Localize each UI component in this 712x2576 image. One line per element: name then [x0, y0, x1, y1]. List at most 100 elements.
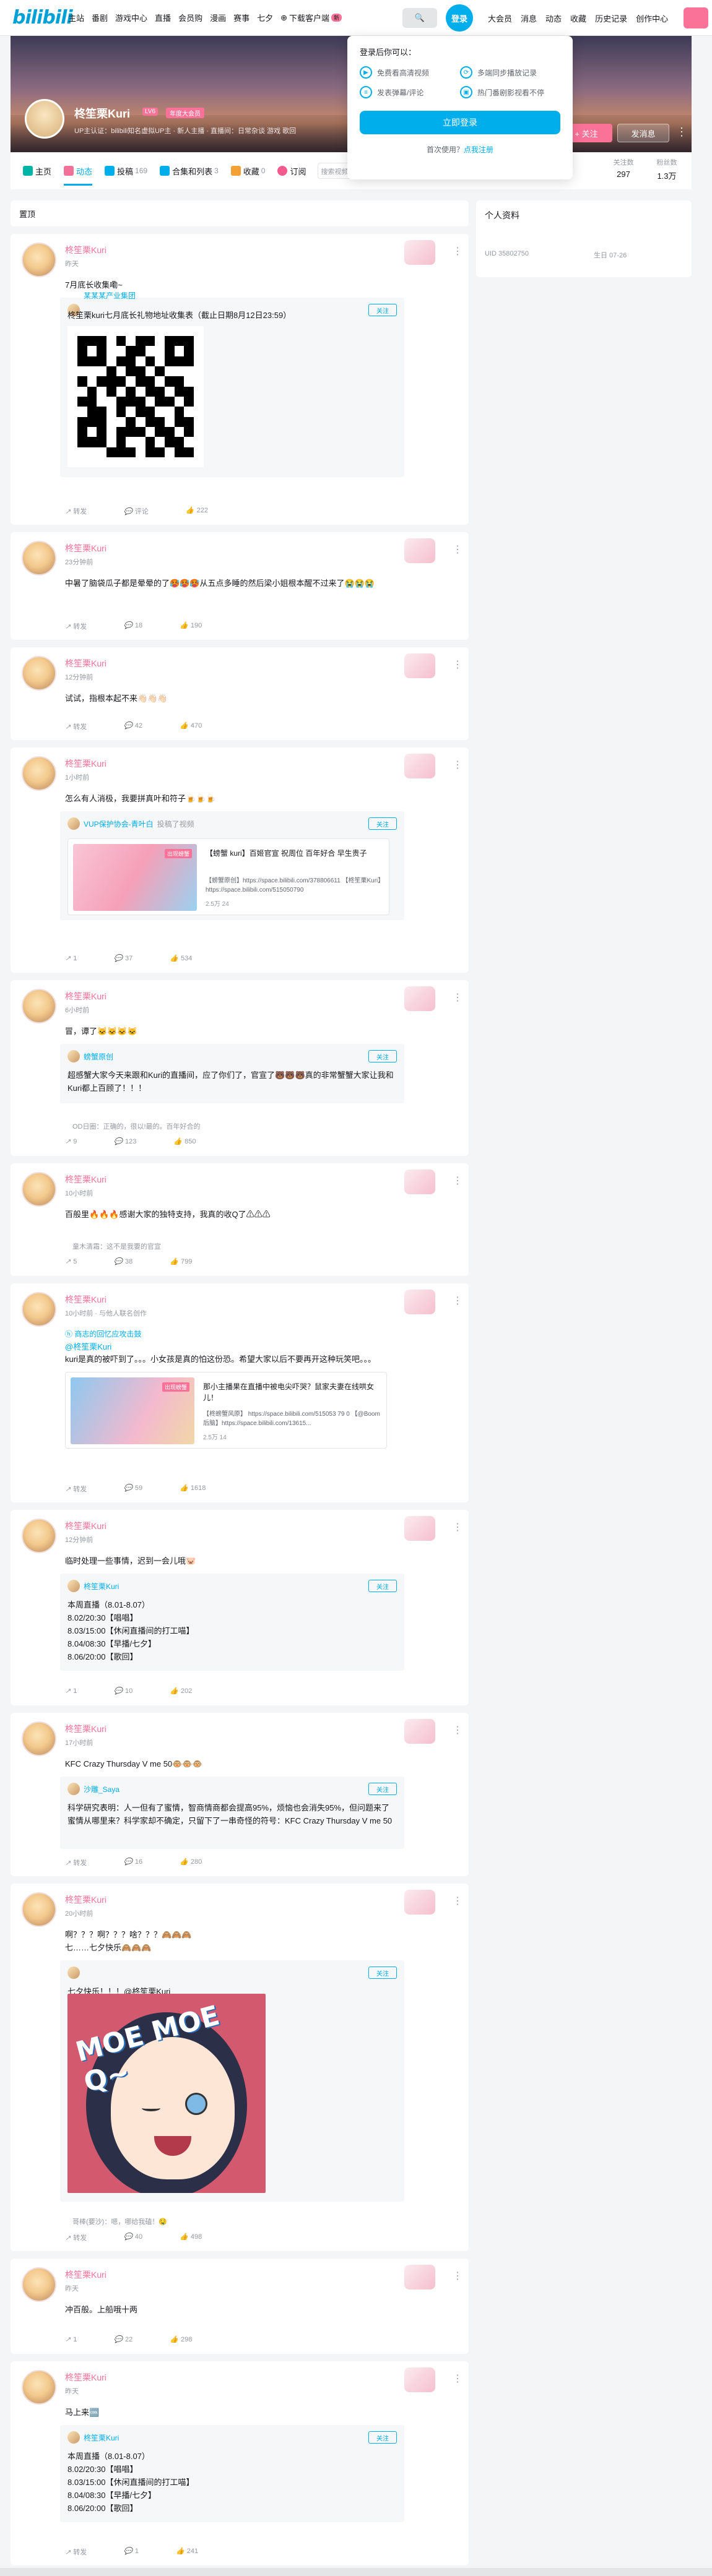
comment-button[interactable]: 💬 37 [114, 954, 132, 962]
post-avatar[interactable] [22, 1721, 56, 1756]
tab-favorites[interactable]: 收藏 0 [230, 152, 265, 189]
tab-collections[interactable]: 合集和列表 3 [160, 152, 219, 189]
more-options-icon[interactable]: ⋮ [453, 543, 462, 556]
video-title[interactable]: 那小主播果在直播中被电尖吓哭？鼠家夫妻在线哄女儿！ [203, 1381, 383, 1403]
comment-button[interactable]: 💬 59 [124, 1484, 142, 1494]
like-button[interactable]: 👍 799 [170, 1257, 192, 1265]
share-button[interactable]: ↗ 转发 [65, 506, 87, 516]
share-button[interactable]: ↗ 转发 [65, 2233, 87, 2242]
comment-button[interactable]: 💬 42 [124, 722, 142, 731]
post-avatar[interactable] [22, 1518, 56, 1553]
more-options-icon[interactable]: ⋮ [453, 658, 462, 671]
post-author[interactable]: 柊笙栗Kuri [65, 2268, 106, 2281]
bilibili-logo[interactable]: bilibili [12, 7, 73, 28]
post-avatar[interactable] [22, 989, 56, 1023]
post-author[interactable]: 柊笙栗Kuri [65, 244, 106, 256]
nav-message[interactable]: 消息 [521, 12, 537, 24]
video-card[interactable]: 出现螃蟹 【螃蟹 kuri】百姬官宣 祝周位 百年好合 早生贵子 【螃蟹原创】htt… [67, 838, 389, 915]
nav-vip[interactable]: 大会员 [488, 12, 512, 24]
share-button[interactable]: ↗ 1 [65, 2335, 77, 2343]
repost-follow-button[interactable]: 关注 [368, 1783, 397, 1795]
repost-avatar[interactable] [67, 1580, 80, 1592]
share-button[interactable]: ↗ 1 [65, 954, 77, 962]
post-author[interactable]: 柊笙栗Kuri [65, 1893, 106, 1906]
post-author[interactable]: 柊笙栗Kuri [65, 1723, 106, 1735]
post-author[interactable]: 柊笙栗Kuri [65, 542, 106, 554]
repost-author[interactable]: 沙雕_Saya [84, 1784, 119, 1794]
post-avatar[interactable] [22, 2267, 56, 2302]
nav-game[interactable]: 游戏中心 [115, 12, 147, 24]
nav-creator[interactable]: 创作中心 [636, 12, 668, 24]
like-button[interactable]: 👍 1618 [180, 1484, 206, 1494]
tab-home[interactable]: 主页 [23, 152, 51, 189]
post-avatar[interactable] [22, 243, 56, 277]
tab-dynamic[interactable]: 动态 [64, 152, 93, 189]
nav-main[interactable]: 主站 [68, 12, 84, 24]
more-options-icon[interactable]: ⋮ [453, 991, 462, 1004]
followers-stat[interactable]: 粉丝数 1.3万 [648, 157, 685, 181]
message-button[interactable]: 发消息 [617, 124, 669, 142]
post-avatar[interactable] [22, 1292, 56, 1327]
repost-author[interactable]: 螃蟹原创 [84, 1051, 113, 1062]
download-client-link[interactable]: ⊕ 下载客户端新 [280, 12, 349, 24]
nav-live[interactable]: 直播 [155, 12, 171, 24]
login-avatar-button[interactable]: 登录 [446, 4, 473, 32]
profile-avatar[interactable] [25, 99, 64, 139]
post-avatar[interactable] [22, 1172, 56, 1207]
more-options-icon[interactable]: ⋮ [453, 2270, 462, 2282]
nav-qixi[interactable]: 七夕 [257, 12, 273, 24]
post-author[interactable]: 柊笙栗Kuri [65, 1293, 106, 1306]
like-button[interactable]: 👍 222 [186, 506, 208, 516]
like-button[interactable]: 👍 498 [180, 2233, 202, 2242]
repost-follow-button[interactable]: 关注 [368, 2431, 397, 2444]
following-stat[interactable]: 关注数 297 [605, 157, 642, 179]
tab-uploads[interactable]: 投稿 169 [105, 152, 147, 189]
more-options-icon[interactable]: ⋮ [453, 1294, 462, 1307]
share-button[interactable]: ↗ 9 [65, 1137, 77, 1145]
more-options-icon[interactable]: ⋮ [453, 759, 462, 771]
more-options-icon[interactable]: ⋮ [453, 1521, 462, 1533]
like-button[interactable]: 👍 298 [170, 2335, 192, 2343]
like-button[interactable]: 👍 470 [180, 722, 202, 731]
repost-avatar[interactable] [67, 2431, 80, 2444]
hot-comment[interactable]: 哥棒(要沙)：嗯，哪给我磕！🤤 [72, 2216, 167, 2226]
comment-button[interactable]: 💬 16 [124, 1858, 142, 1867]
repost-author[interactable]: VUP保护协会-青叶白 投稿了视频 [84, 819, 194, 829]
comment-button[interactable]: 💬 123 [114, 1137, 136, 1145]
more-options-icon[interactable]: ⋮ [453, 1895, 462, 1907]
comment-button[interactable]: 💬 18 [124, 621, 142, 631]
post-avatar[interactable] [22, 756, 56, 791]
hot-comment[interactable]: 童木清霜：这不是我要的官宣 [72, 1241, 161, 1251]
like-button[interactable]: 👍 190 [180, 621, 202, 631]
topic-tag[interactable]: ⓗ 商志的回忆应攻击鼓 [65, 1328, 399, 1341]
more-options-icon[interactable]: ⋮ [453, 1724, 462, 1736]
post-author[interactable]: 柊笙栗Kuri [65, 1173, 106, 1186]
repost-author[interactable]: 某某某产业集团 [84, 290, 136, 301]
share-button[interactable]: ↗ 转发 [65, 1858, 87, 1867]
like-button[interactable]: 👍 241 [176, 2547, 198, 2557]
comment-button[interactable]: 💬 评论 [124, 506, 149, 516]
nav-manga[interactable]: 漫画 [210, 12, 226, 24]
video-card[interactable]: 出现螃蟹 那小主播果在直播中被电尖吓哭？鼠家夫妻在线哄女儿！ 【柊螃蟹风原】 htt… [65, 1372, 387, 1449]
more-icon[interactable]: ⋮ [676, 126, 687, 139]
repost-avatar[interactable] [67, 817, 80, 830]
repost-follow-button[interactable]: 关注 [368, 817, 397, 830]
nav-history[interactable]: 历史记录 [595, 12, 627, 24]
more-options-icon[interactable]: ⋮ [453, 2372, 462, 2385]
post-author[interactable]: 柊笙栗Kuri [65, 657, 106, 670]
repost-author[interactable]: 柊笙栗Kuri [84, 1581, 119, 1592]
more-options-icon[interactable]: ⋮ [453, 1174, 462, 1187]
video-thumbnail[interactable]: 出现螃蟹 [73, 844, 197, 911]
comment-button[interactable]: 💬 38 [114, 1257, 132, 1265]
like-button[interactable]: 👍 280 [180, 1858, 202, 1867]
hot-comment[interactable]: OD日圈：正确的，很以!最的。百年好合的 [72, 1121, 201, 1131]
nav-anime[interactable]: 番剧 [92, 12, 108, 24]
more-options-icon[interactable]: ⋮ [453, 245, 462, 257]
upload-button[interactable] [684, 7, 708, 28]
register-link[interactable]: 点我注册 [464, 145, 493, 154]
share-button[interactable]: ↗ 转发 [65, 621, 87, 631]
repost-follow-button[interactable]: 关注 [368, 1966, 397, 1979]
nav-dynamic[interactable]: 动态 [545, 12, 562, 24]
post-avatar[interactable] [22, 541, 56, 575]
post-avatar[interactable] [22, 2370, 56, 2405]
